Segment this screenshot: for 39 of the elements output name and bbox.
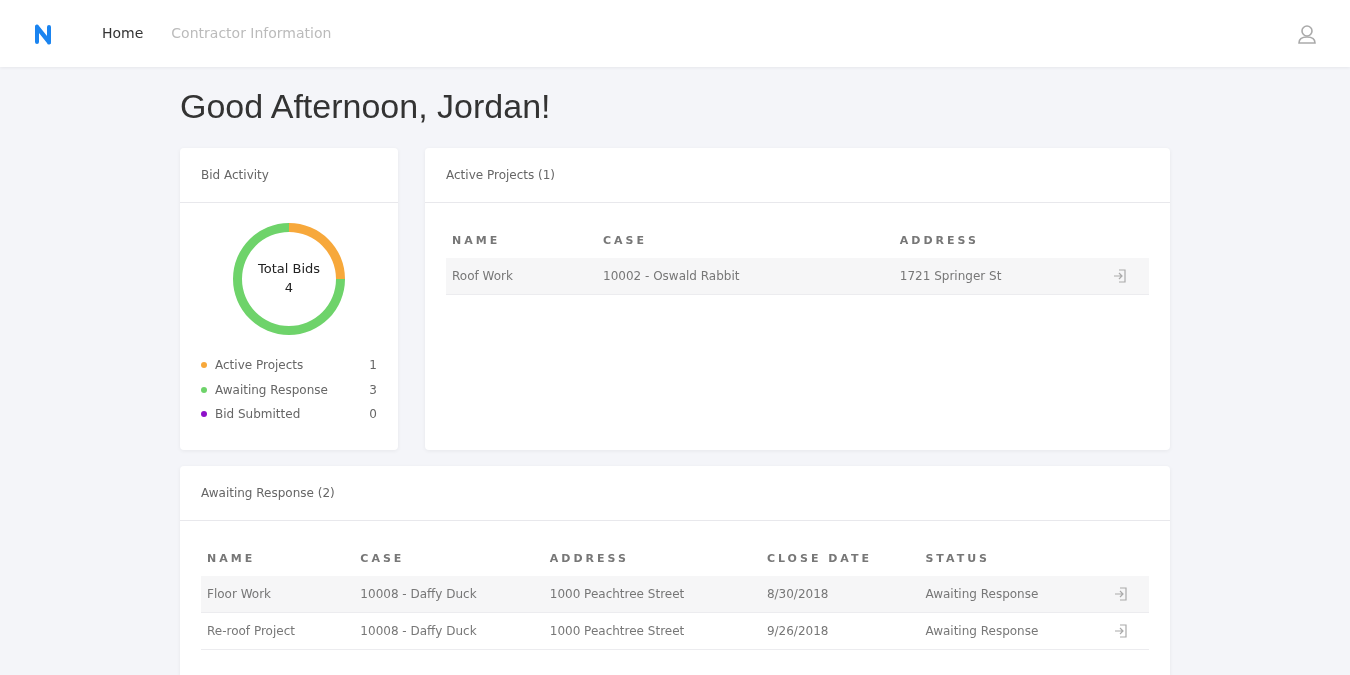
table-cell: 8/30/2018	[760, 575, 920, 612]
total-bids-value: 4	[284, 279, 294, 297]
enter-icon[interactable]	[1113, 624, 1128, 638]
total-bids-label: Total Bids	[257, 260, 321, 278]
table-cell: Floor Work	[201, 575, 355, 612]
logo-icon	[32, 22, 54, 45]
greeting-heading: Good Afternoon, Jordan!	[180, 86, 552, 127]
column-header: NAME	[201, 543, 355, 576]
table-cell: 10002 - Oswald Rabbit	[597, 257, 894, 294]
legend-count: 1	[369, 357, 377, 375]
table-cell: 1000 Peachtree Street	[543, 575, 761, 612]
enter-icon[interactable]	[1113, 587, 1128, 601]
column-header: ADDRESS	[893, 225, 1108, 258]
table-cell: Roof Work	[446, 257, 597, 294]
legend-count: 3	[369, 381, 377, 399]
column-header: STATUS	[919, 543, 1108, 576]
table-cell: Awaiting Response	[919, 612, 1108, 649]
nav-link[interactable]: Home	[102, 23, 144, 44]
table-cell: 10008 - Daffy Duck	[354, 612, 544, 649]
table-cell: Awaiting Response	[919, 575, 1108, 612]
table-cell: 1000 Peachtree Street	[543, 612, 761, 649]
column-header: ADDRESS	[543, 543, 761, 576]
table-cell: 10008 - Daffy Duck	[354, 575, 544, 612]
column-header: CLOSE DATE	[760, 543, 920, 576]
table-cell: 1721 Springer St	[893, 257, 1108, 294]
user-icon[interactable]	[1296, 22, 1318, 45]
card-title: Active Projects (1)	[425, 148, 1170, 203]
column-header: CASE	[354, 543, 544, 576]
legend-label: Bid Submitted	[215, 406, 301, 424]
card-title: Awaiting Response (2)	[180, 466, 1170, 521]
enter-icon[interactable]	[1113, 269, 1128, 283]
table-cell: Re-roof Project	[201, 612, 355, 649]
legend-count: 0	[369, 406, 377, 424]
card-title: Bid Activity	[180, 148, 398, 203]
column-header: CASE	[597, 225, 894, 258]
table-cell: 9/26/2018	[760, 612, 920, 649]
legend-label: Awaiting Response	[215, 381, 328, 399]
legend-label: Active Projects	[215, 357, 304, 375]
column-header: NAME	[446, 225, 597, 258]
